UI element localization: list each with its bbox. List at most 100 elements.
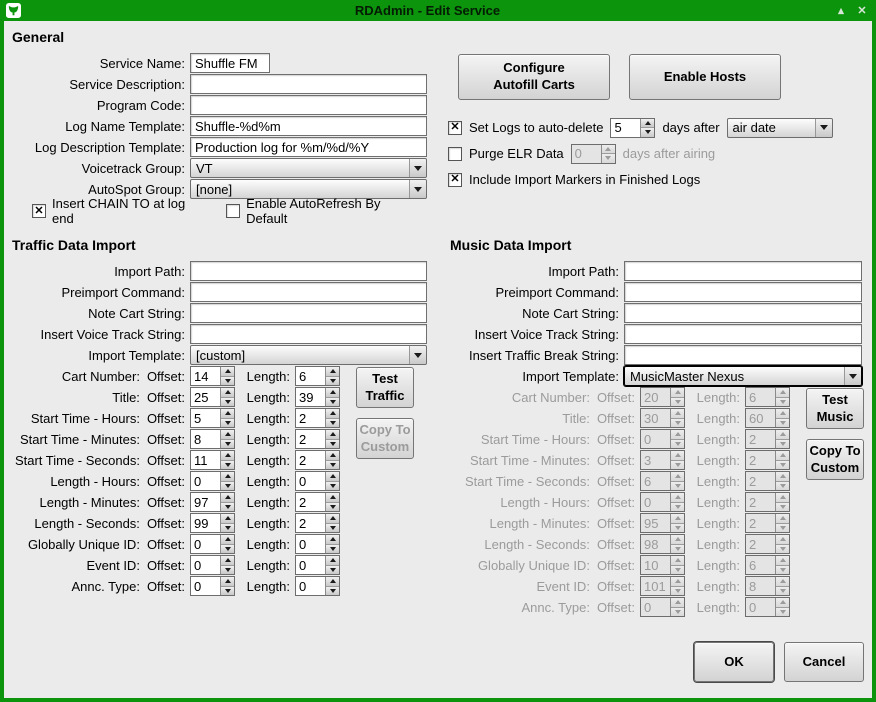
air-date-combo[interactable]: air date [727, 118, 833, 138]
cancel-button[interactable]: Cancel [784, 642, 864, 682]
spin-up-icon[interactable] [221, 514, 234, 524]
title-offset-spinbox[interactable]: 25 [190, 387, 235, 407]
spin-up-icon[interactable] [326, 535, 339, 545]
spin-up-icon[interactable] [221, 535, 234, 545]
spin-down-icon[interactable] [221, 503, 234, 512]
cart-number-offset-spinbox[interactable]: 14 [190, 366, 235, 386]
shade-window-icon[interactable]: ▴ [834, 4, 848, 18]
spin-down-icon[interactable] [641, 128, 654, 137]
insert-chain-to-at-log-end-checkbox[interactable] [32, 204, 46, 218]
cart-number-length-spinbox[interactable]: 6 [295, 366, 340, 386]
start-time-seconds-offset-spinbox[interactable]: 11 [190, 450, 235, 470]
insert-voice-track-string-input[interactable] [190, 324, 427, 344]
annc-type-length-spinbox[interactable]: 0 [295, 576, 340, 596]
spin-down-icon[interactable] [326, 461, 339, 470]
spin-down-icon[interactable] [221, 587, 234, 596]
spin-down-icon[interactable] [221, 419, 234, 428]
import-path-input[interactable] [624, 261, 862, 281]
import-template-combo[interactable]: [custom] [190, 345, 427, 365]
log-description-template-input[interactable] [190, 137, 427, 157]
spin-up-icon[interactable] [326, 388, 339, 398]
spin-up-icon[interactable] [326, 472, 339, 482]
music-copy-to-custom-button[interactable]: Copy To Custom [806, 439, 864, 480]
spin-up-icon[interactable] [221, 493, 234, 503]
start-time-minutes-length-spinbox[interactable]: 2 [295, 429, 340, 449]
start-time-hours-length-spinbox[interactable]: 2 [295, 408, 340, 428]
spin-down-icon[interactable] [326, 482, 339, 491]
length-minutes-offset-spinbox[interactable]: 97 [190, 492, 235, 512]
start-time-minutes-offset-spinbox[interactable]: 8 [190, 429, 235, 449]
spin-down-icon[interactable] [221, 566, 234, 575]
spin-down-icon[interactable] [326, 398, 339, 407]
import-markers-checkbox[interactable] [448, 173, 462, 187]
log-name-template-input[interactable] [190, 116, 427, 136]
auto-delete-checkbox[interactable] [448, 121, 462, 135]
combo-open-button[interactable] [815, 119, 832, 137]
spin-down-icon[interactable] [221, 524, 234, 533]
voicetrack-group-combo[interactable]: VT [190, 158, 427, 178]
spin-down-icon[interactable] [221, 440, 234, 449]
combo-open-button[interactable] [409, 159, 426, 177]
spin-up-icon[interactable] [221, 430, 234, 440]
program-code-input[interactable] [190, 95, 427, 115]
ok-button[interactable]: OK [694, 642, 774, 682]
spin-up-icon[interactable] [326, 451, 339, 461]
purge-elr-checkbox[interactable] [448, 147, 462, 161]
note-cart-string-input[interactable] [190, 303, 427, 323]
spin-down-icon[interactable] [326, 566, 339, 575]
spin-up-icon[interactable] [326, 409, 339, 419]
enable-hosts-button[interactable]: Enable Hosts [629, 54, 781, 100]
preimport-command-input[interactable] [624, 282, 862, 302]
spin-down-icon[interactable] [221, 377, 234, 386]
service-description-input[interactable] [190, 74, 427, 94]
close-window-icon[interactable]: ✕ [855, 4, 869, 18]
spin-up-icon[interactable] [326, 514, 339, 524]
test-traffic-button[interactable]: Test Traffic [356, 367, 414, 408]
configure-autofill-carts-button[interactable]: Configure Autofill Carts [458, 54, 610, 100]
enable-autorefresh-by-default-checkbox[interactable] [226, 204, 240, 218]
auto-delete-days-spinbox[interactable]: 5 [610, 118, 655, 138]
spin-up-icon[interactable] [641, 119, 654, 129]
spin-down-icon[interactable] [326, 587, 339, 596]
import-template-combo[interactable]: MusicMaster Nexus [624, 366, 862, 386]
length-minutes-length-spinbox[interactable]: 2 [295, 492, 340, 512]
insert-voice-track-string-input[interactable] [624, 324, 862, 344]
spin-down-icon[interactable] [326, 419, 339, 428]
spin-up-icon[interactable] [221, 451, 234, 461]
spin-up-icon[interactable] [221, 472, 234, 482]
globally-unique-id-length-spinbox[interactable]: 0 [295, 534, 340, 554]
spin-down-icon[interactable] [326, 503, 339, 512]
globally-unique-id-offset-spinbox[interactable]: 0 [190, 534, 235, 554]
preimport-command-input[interactable] [190, 282, 427, 302]
event-id-offset-spinbox[interactable]: 0 [190, 555, 235, 575]
spin-up-icon[interactable] [221, 577, 234, 587]
spin-up-icon[interactable] [326, 577, 339, 587]
test-music-button[interactable]: Test Music [806, 388, 864, 429]
insert-traffic-break-string-input[interactable] [624, 345, 862, 365]
start-time-seconds-length-spinbox[interactable]: 2 [295, 450, 340, 470]
combo-open-button[interactable] [409, 346, 426, 364]
spin-up-icon[interactable] [221, 556, 234, 566]
import-path-input[interactable] [190, 261, 427, 281]
spin-down-icon[interactable] [221, 461, 234, 470]
spin-up-icon[interactable] [221, 367, 234, 377]
spin-down-icon[interactable] [221, 398, 234, 407]
spin-up-icon[interactable] [326, 493, 339, 503]
spin-down-icon[interactable] [326, 545, 339, 554]
length-seconds-offset-spinbox[interactable]: 99 [190, 513, 235, 533]
spin-down-icon[interactable] [326, 524, 339, 533]
spin-up-icon[interactable] [221, 409, 234, 419]
note-cart-string-input[interactable] [624, 303, 862, 323]
event-id-length-spinbox[interactable]: 0 [295, 555, 340, 575]
spin-up-icon[interactable] [326, 556, 339, 566]
length-seconds-length-spinbox[interactable]: 2 [295, 513, 340, 533]
spin-up-icon[interactable] [326, 367, 339, 377]
annc-type-offset-spinbox[interactable]: 0 [190, 576, 235, 596]
length-hours-length-spinbox[interactable]: 0 [295, 471, 340, 491]
spin-up-icon[interactable] [221, 388, 234, 398]
title-length-spinbox[interactable]: 39 [295, 387, 340, 407]
spin-down-icon[interactable] [326, 440, 339, 449]
spin-down-icon[interactable] [326, 377, 339, 386]
combo-open-button[interactable] [844, 367, 861, 385]
spin-down-icon[interactable] [221, 482, 234, 491]
